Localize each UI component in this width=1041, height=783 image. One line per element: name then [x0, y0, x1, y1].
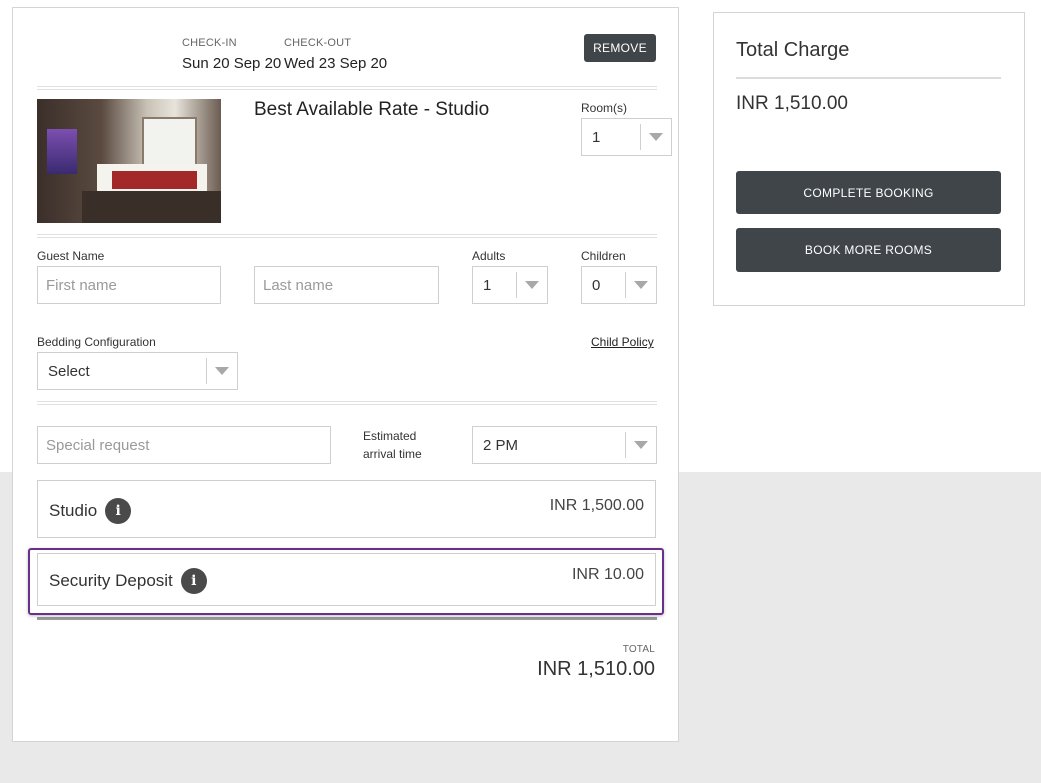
- bedding-value: Select: [48, 362, 90, 380]
- remove-button[interactable]: REMOVE: [584, 34, 656, 62]
- children-label: Children: [581, 249, 626, 263]
- arrival-time-label: Estimated arrival time: [363, 429, 422, 461]
- total-charge-panel: Total Charge INR 1,510.00 COMPLETE BOOKI…: [713, 12, 1025, 306]
- checkin-label: CHECK-IN: [182, 37, 237, 49]
- child-policy-link[interactable]: Child Policy: [591, 335, 654, 349]
- book-more-rooms-button[interactable]: BOOK MORE ROOMS: [736, 228, 1001, 272]
- checkout-label: CHECK-OUT: [284, 37, 352, 49]
- room-title: Best Available Rate - Studio: [254, 99, 490, 120]
- divider: [37, 234, 657, 238]
- adults-value: 1: [483, 276, 492, 294]
- charge-line-price: INR 1,500.00: [549, 497, 644, 514]
- chevron-down-icon: [626, 441, 656, 449]
- room-photo: [37, 99, 221, 223]
- complete-booking-button[interactable]: COMPLETE BOOKING: [736, 171, 1001, 214]
- rooms-value: 1: [592, 128, 601, 146]
- charge-line-studio: Studio i INR 1,500.00: [37, 480, 656, 538]
- summary-title: Total Charge: [736, 39, 850, 61]
- bedding-select[interactable]: Select: [37, 352, 238, 390]
- divider: [736, 77, 1001, 79]
- info-icon[interactable]: i: [105, 498, 132, 524]
- children-select[interactable]: 0: [581, 266, 657, 304]
- summary-amount: INR 1,510.00: [736, 93, 848, 114]
- security-deposit-highlight: [28, 548, 664, 615]
- chevron-down-icon: [207, 367, 237, 375]
- booking-card: CHECK-IN Sun 20 Sep 20 CHECK-OUT Wed 23 …: [12, 7, 679, 742]
- special-request-input[interactable]: [37, 426, 331, 464]
- first-name-input[interactable]: [37, 266, 221, 304]
- chevron-down-icon: [626, 281, 656, 289]
- rooms-label: Room(s): [581, 101, 628, 115]
- chevron-down-icon: [517, 281, 547, 289]
- divider: [37, 86, 657, 90]
- total-divider: [37, 617, 657, 620]
- adults-select[interactable]: 1: [472, 266, 548, 304]
- rooms-select[interactable]: 1: [581, 118, 672, 156]
- arrival-time-select[interactable]: 2 PM: [472, 426, 657, 464]
- chevron-down-icon: [641, 133, 671, 141]
- adults-label: Adults: [472, 249, 506, 263]
- total-label: TOTAL: [622, 644, 655, 655]
- guest-name-label: Guest Name: [37, 249, 105, 263]
- charge-line-name: Studio: [49, 501, 98, 520]
- last-name-input[interactable]: [254, 266, 439, 304]
- checkin-date: Sun 20 Sep 20: [182, 55, 282, 72]
- divider: [37, 401, 657, 405]
- arrival-time-value: 2 PM: [483, 436, 519, 454]
- children-value: 0: [592, 276, 601, 294]
- total-value: INR 1,510.00: [537, 658, 655, 680]
- checkout-date: Wed 23 Sep 20: [284, 55, 388, 72]
- bedding-label: Bedding Configuration: [37, 335, 156, 349]
